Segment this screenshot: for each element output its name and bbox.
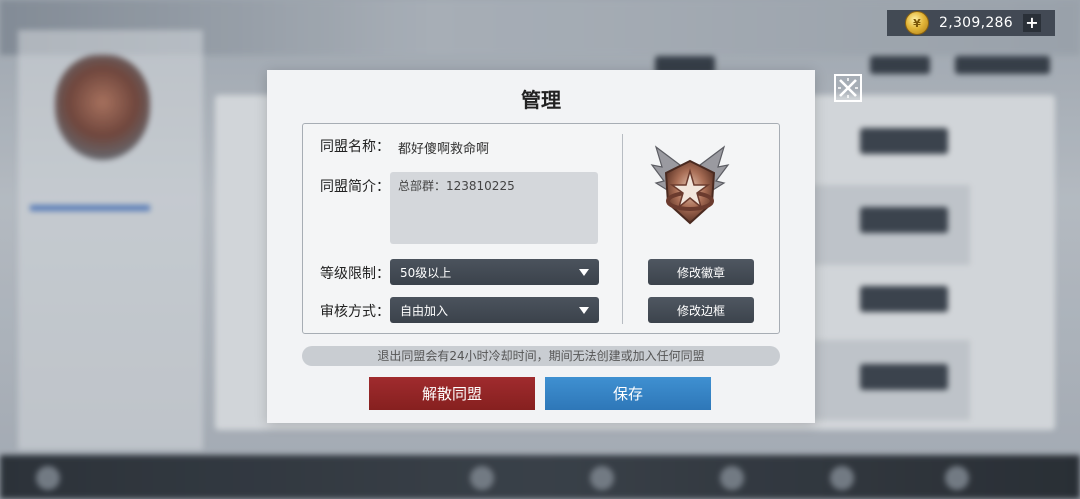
currency-display: ¥ 2,309,286 + — [887, 10, 1055, 36]
close-button[interactable] — [834, 74, 862, 102]
alliance-name-value: 都好傻啊救命啊 — [398, 142, 490, 157]
close-icon — [838, 78, 858, 98]
level-limit-value: 50级以上 — [400, 265, 452, 280]
level-limit-label: 等级限制： — [320, 266, 390, 282]
chevron-down-icon — [579, 268, 589, 276]
alliance-badge-icon — [648, 141, 732, 233]
change-badge-button[interactable]: 修改徽章 — [648, 259, 754, 285]
review-mode-select[interactable]: 自由加入 — [390, 297, 599, 323]
change-frame-button[interactable]: 修改边框 — [648, 297, 754, 323]
chevron-down-icon — [579, 306, 589, 314]
divider — [622, 134, 623, 324]
settings-frame: 同盟名称： 都好傻啊救命啊 同盟简介： 总部群：123810225 等级限制： … — [302, 123, 780, 334]
alliance-desc-label: 同盟简介： — [320, 179, 390, 195]
currency-amount: 2,309,286 — [939, 15, 1013, 31]
management-dialog: 管理 同盟名称： 都好傻啊救命啊 同盟简介： 总部群：123810225 等级限… — [267, 70, 815, 423]
level-limit-select[interactable]: 50级以上 — [390, 259, 599, 285]
gold-coin-icon: ¥ — [905, 11, 929, 35]
alliance-desc-input[interactable]: 总部群：123810225 — [390, 172, 598, 244]
disband-alliance-button[interactable]: 解散同盟 — [369, 377, 535, 410]
review-mode-value: 自由加入 — [400, 303, 449, 318]
dialog-title: 管理 — [521, 88, 561, 112]
cooldown-notice: 退出同盟会有24小时冷却时间，期间无法创建或加入任何同盟 — [302, 346, 780, 366]
alliance-name-label: 同盟名称： — [320, 139, 390, 155]
add-currency-button[interactable]: + — [1022, 14, 1041, 32]
review-mode-label: 审核方式： — [320, 304, 390, 320]
save-button[interactable]: 保存 — [545, 377, 711, 410]
